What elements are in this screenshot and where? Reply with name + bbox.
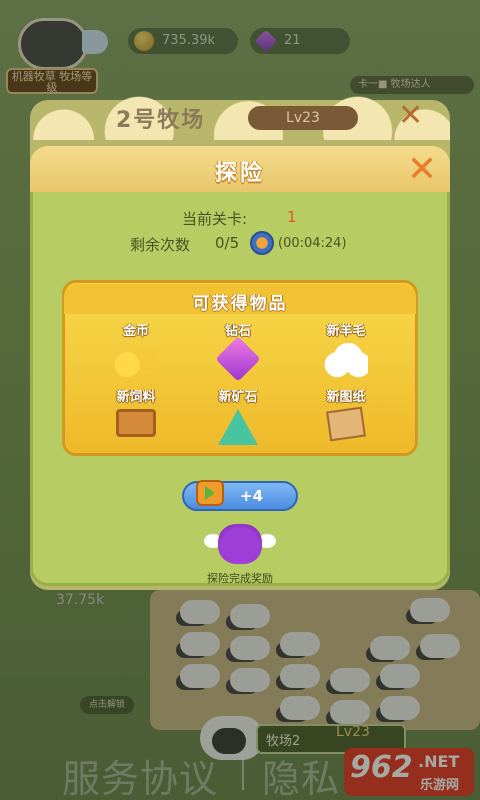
feed-box-icon [116, 409, 156, 437]
remaining-attempts-value: 0/5 [215, 234, 240, 252]
play-icon [205, 486, 215, 500]
star-ore-icon [218, 409, 258, 445]
reward-item[interactable]: 新羊毛 [306, 320, 386, 379]
rewards-title: 可获得物品 [192, 294, 288, 314]
reward-name: 新饲料 [116, 390, 156, 405]
reward-item[interactable]: 新矿石 [198, 386, 278, 445]
reward-name: 新矿石 [218, 390, 258, 405]
ranch-panel-cloud-header [30, 96, 450, 140]
current-level-label: 当前关卡: [182, 210, 248, 228]
reward-name: 钻石 [224, 324, 251, 339]
diamond-icon [215, 336, 261, 382]
reward-item[interactable]: 金币 [96, 320, 176, 379]
watch-video-label: +4 [240, 487, 264, 505]
coins-icon [114, 343, 158, 379]
ranch-panel-close-icon[interactable]: ✕ [398, 98, 423, 133]
blueprint-icon [326, 406, 366, 442]
reward-name: 新图纸 [326, 390, 366, 405]
completion-reward-label: 探险完成奖励 [207, 572, 273, 585]
clock-icon [250, 231, 274, 255]
wool-icon [324, 343, 368, 379]
reward-item[interactable]: 钻石 [198, 320, 278, 382]
remaining-attempts-label: 剩余次数 [130, 236, 191, 254]
reward-item[interactable]: 新图纸 [306, 386, 386, 442]
close-icon[interactable]: ✕ [402, 150, 442, 190]
refill-timer: (00:04:24) [278, 236, 347, 251]
reward-item[interactable]: 新饲料 [96, 386, 176, 437]
current-level-value: 1 [287, 208, 297, 226]
reward-name: 新羊毛 [326, 324, 366, 339]
reward-bag-icon[interactable] [218, 524, 262, 564]
ranch-panel-title: 2号牧场 [116, 108, 206, 133]
reward-name: 金币 [122, 324, 149, 339]
ranch-panel-level: Lv23 [248, 106, 358, 130]
